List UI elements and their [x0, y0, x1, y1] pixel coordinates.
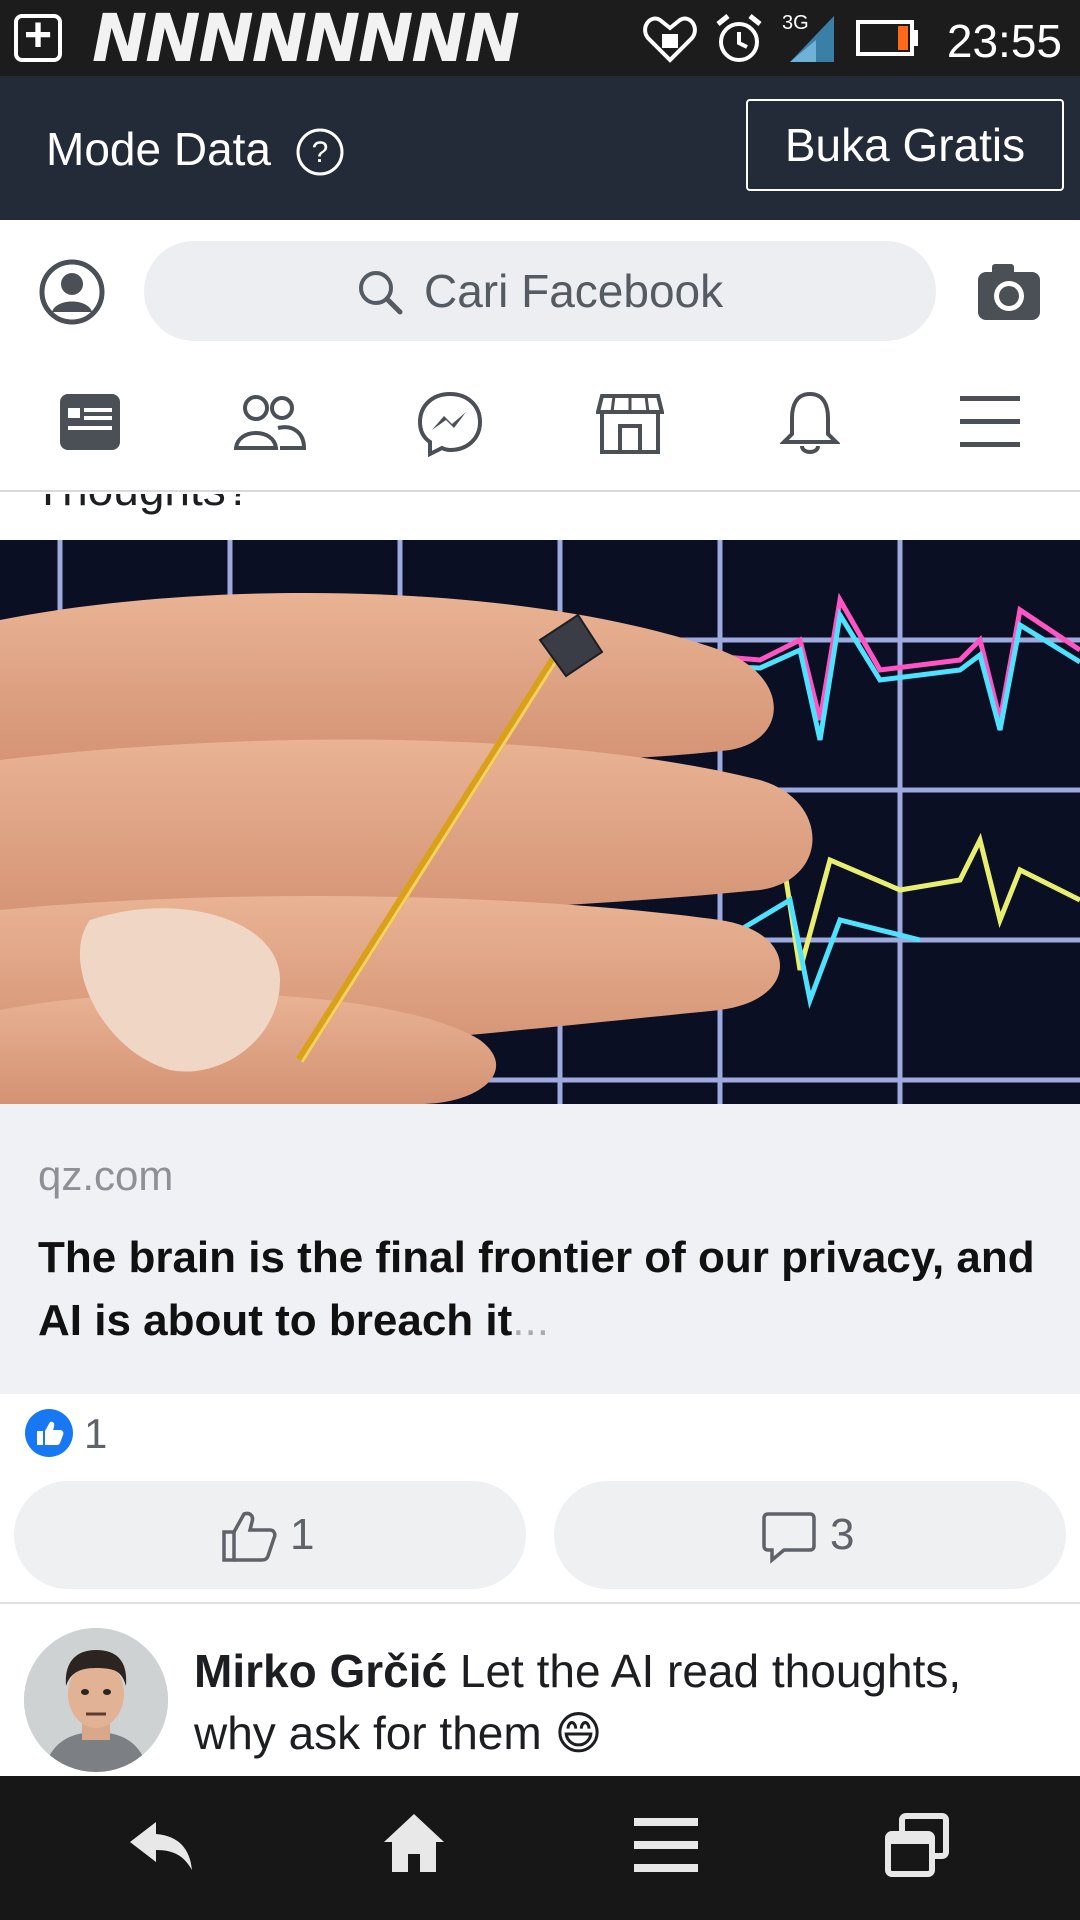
status-bar: + NNNNNNNN 3G 23:55: [0, 0, 1080, 76]
home-icon[interactable]: [382, 1812, 446, 1874]
notifications-tab-icon[interactable]: [780, 388, 840, 458]
thumbs-up-icon: [222, 1511, 277, 1562]
link-preview-image[interactable]: [0, 540, 1080, 1104]
like-count: 1: [290, 1510, 315, 1559]
battery-icon: [856, 20, 918, 56]
post-text: Thoughts?: [34, 494, 251, 516]
messenger-tab-icon[interactable]: [416, 390, 484, 458]
screen: + NNNNNNNN 3G 23:55 Mode Data ? Buka Gra…: [0, 0, 1080, 1920]
commenter-photo: [24, 1628, 168, 1772]
camera-icon[interactable]: [976, 260, 1042, 322]
link-title[interactable]: The brain is the final frontier of our p…: [38, 1226, 1048, 1352]
profile-icon[interactable]: [38, 258, 106, 326]
multi-window-icon[interactable]: [884, 1812, 950, 1878]
alarm-icon: [716, 14, 762, 62]
marketplace-tab-icon[interactable]: [596, 392, 664, 456]
svg-text:?: ?: [312, 136, 329, 169]
reaction-count[interactable]: 1: [84, 1410, 107, 1458]
search-icon: [359, 271, 403, 315]
search-placeholder: Cari Facebook: [424, 265, 724, 317]
help-icon[interactable]: ?: [294, 126, 346, 178]
back-icon[interactable]: [128, 1818, 194, 1874]
link-domain: qz.com: [38, 1152, 174, 1199]
comment-divider: [0, 1602, 1080, 1604]
laughing-emoji-icon: 😄: [554, 1707, 603, 1759]
clock: 23:55: [946, 15, 1062, 67]
comment-bubble-icon: [762, 1512, 816, 1564]
open-free-button[interactable]: Buka Gratis: [746, 99, 1064, 191]
menu-tab-icon[interactable]: [960, 394, 1020, 450]
friends-tab-icon[interactable]: [234, 392, 306, 452]
add-notification-icon: +: [14, 12, 62, 62]
post-text-clip: Thoughts?: [0, 494, 1080, 540]
comment-count: 3: [830, 1510, 855, 1559]
health-heart-icon: [643, 16, 697, 63]
signal-icon: [790, 16, 834, 62]
comment-body: Mirko Grčić Let the AI read thoughts, wh…: [194, 1640, 1054, 1764]
news-feed-tab-icon[interactable]: [58, 392, 122, 452]
data-mode-label: Mode Data: [46, 123, 272, 175]
chip-on-finger-photo: [0, 540, 1080, 1104]
link-title-ellipsis: ...: [512, 1296, 549, 1345]
recent-menu-icon[interactable]: [634, 1818, 698, 1872]
main-nav: [0, 360, 1080, 492]
comment-author[interactable]: Mirko Grčić: [194, 1645, 447, 1697]
like-reaction-icon[interactable]: [24, 1408, 74, 1458]
avatar[interactable]: [24, 1628, 168, 1772]
notification-text: NNNNNNNN: [92, 0, 520, 77]
